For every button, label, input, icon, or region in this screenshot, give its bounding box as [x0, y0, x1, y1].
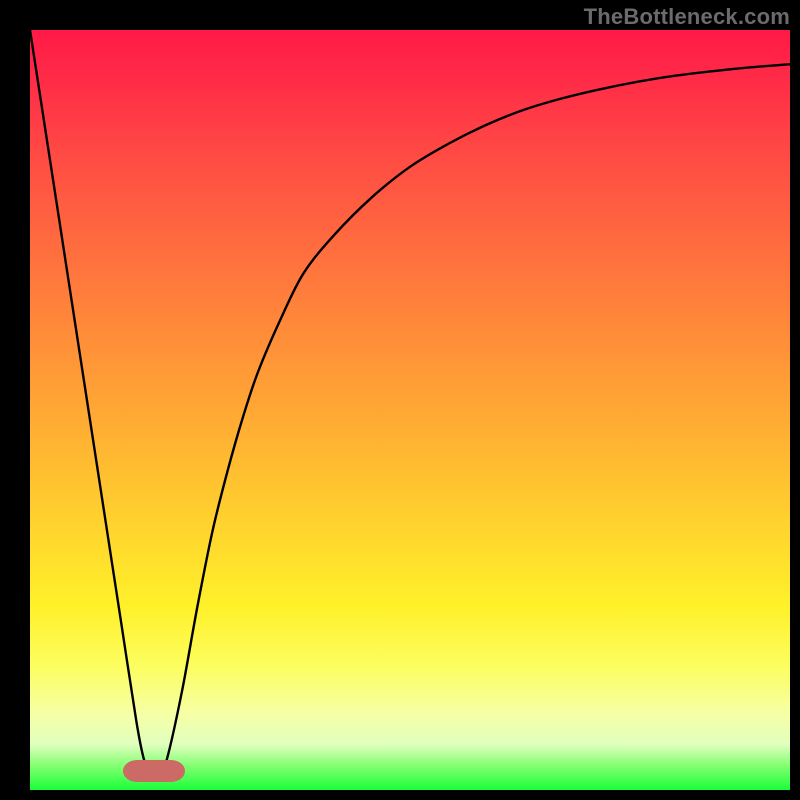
plot-area — [30, 30, 790, 790]
curve-svg — [30, 30, 790, 790]
minimum-marker — [123, 760, 185, 782]
chart-frame: TheBottleneck.com — [0, 0, 800, 800]
curve-path — [30, 30, 790, 777]
watermark-text: TheBottleneck.com — [584, 4, 790, 30]
